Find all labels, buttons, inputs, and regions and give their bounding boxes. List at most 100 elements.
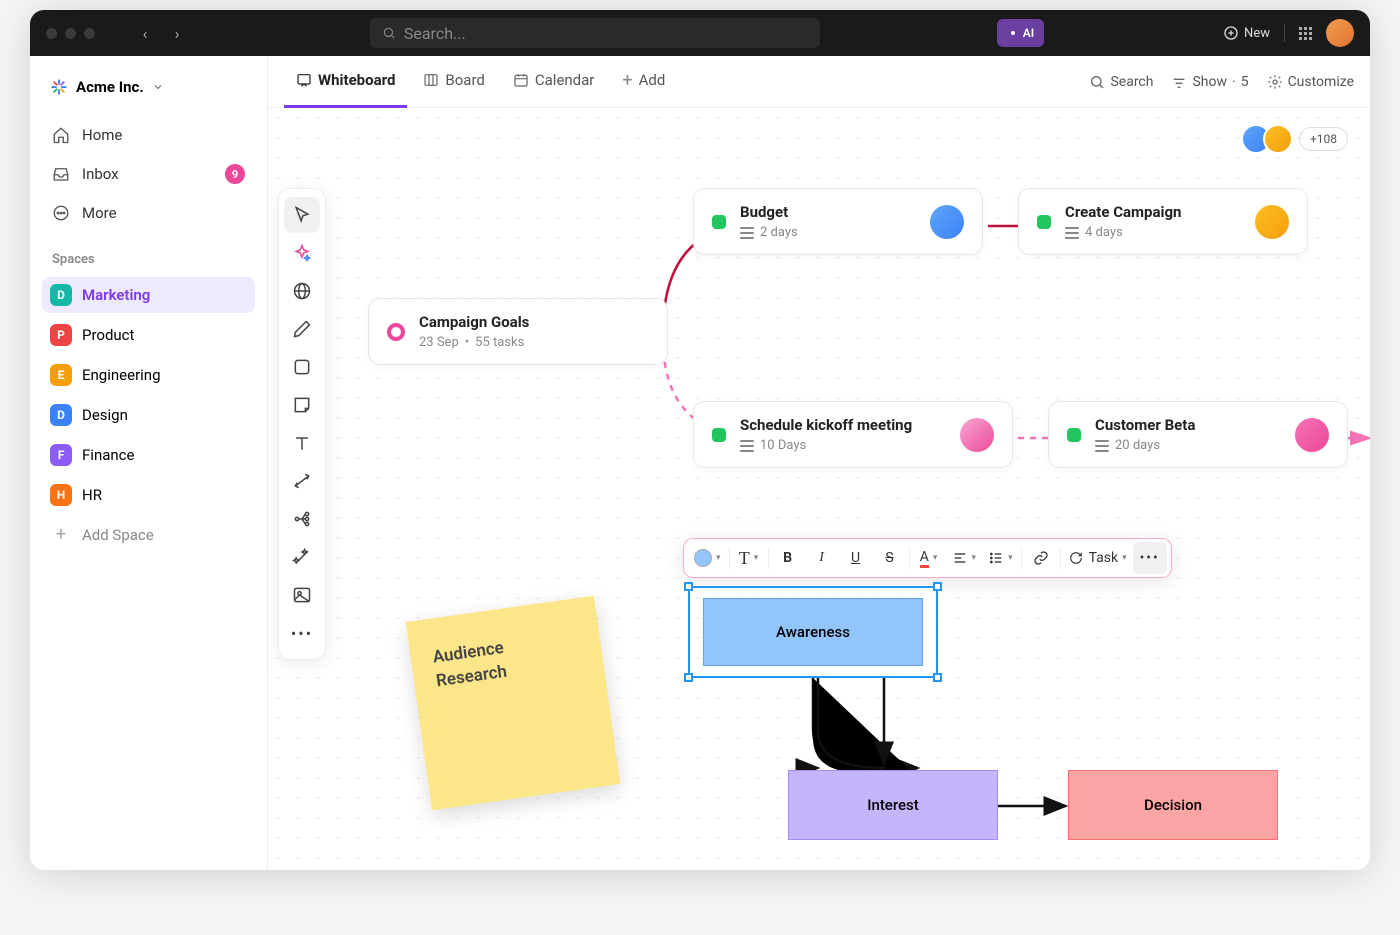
bold-icon: B — [783, 550, 792, 566]
align-icon — [952, 550, 968, 566]
tool-text[interactable] — [284, 425, 320, 461]
tool-connector[interactable] — [284, 463, 320, 499]
view-toolbar: Whiteboard Board Calendar +Add Search Sh… — [268, 56, 1370, 108]
calendar-icon — [513, 72, 529, 88]
sidebar-space-design[interactable]: DDesign — [42, 397, 255, 433]
toolbar-search-button[interactable]: Search — [1089, 74, 1153, 90]
task-card-create-campaign[interactable]: Create Campaign 4 days — [1018, 188, 1308, 255]
sidebar-item-home[interactable]: Home — [42, 118, 255, 152]
search-icon — [1089, 74, 1105, 90]
refresh-icon — [1069, 551, 1083, 565]
nav-back-button[interactable]: ‹ — [131, 19, 159, 47]
sidebar-item-more[interactable]: More — [42, 196, 255, 230]
status-square-icon — [1067, 428, 1081, 442]
tab-board[interactable]: Board — [411, 56, 496, 108]
workspace-logo-icon — [50, 78, 68, 96]
image-icon — [292, 585, 312, 605]
tab-whiteboard[interactable]: Whiteboard — [284, 56, 407, 108]
user-avatar[interactable] — [1326, 19, 1354, 47]
fmt-list[interactable]: ▾ — [982, 542, 1019, 574]
global-search-input[interactable]: Search... — [370, 18, 820, 48]
presence-avatars[interactable]: +108 — [1249, 124, 1348, 154]
presence-more[interactable]: +108 — [1299, 127, 1348, 151]
fmt-text-color[interactable]: A▾ — [912, 542, 946, 574]
dots-icon: ••• — [291, 624, 313, 643]
status-ring-icon — [387, 323, 405, 341]
assignee-avatar[interactable] — [930, 205, 964, 239]
shape-decision[interactable]: Decision — [1068, 770, 1278, 840]
tool-mindmap[interactable] — [284, 501, 320, 537]
fmt-align[interactable]: ▾ — [946, 542, 983, 574]
shape-awareness[interactable]: Awareness — [703, 598, 923, 666]
titlebar: ‹ › Search... AI New — [30, 10, 1370, 56]
task-card-customer-beta[interactable]: Customer Beta 20 days — [1048, 401, 1348, 468]
sticky-note-audience-research[interactable]: Audience Research — [406, 596, 621, 811]
text-icon — [292, 433, 312, 453]
tab-add-view[interactable]: +Add — [610, 56, 677, 108]
task-card-goals[interactable]: Campaign Goals 23 Sep•55 tasks — [368, 298, 668, 365]
resize-handle[interactable] — [684, 582, 693, 591]
fmt-more[interactable]: ••• — [1133, 542, 1167, 574]
workspace-switcher[interactable]: Acme Inc. — [42, 72, 255, 102]
fmt-bold[interactable]: B — [771, 542, 805, 574]
sidebar-space-hr[interactable]: HHR — [42, 477, 255, 513]
dots-icon: ••• — [1140, 550, 1160, 566]
globe-icon — [292, 281, 312, 301]
presence-avatar[interactable] — [1263, 124, 1293, 154]
fmt-fill-color[interactable]: ▾ — [688, 542, 727, 574]
cursor-icon — [292, 205, 312, 225]
mindmap-icon — [292, 509, 312, 529]
filter-icon — [1171, 74, 1187, 90]
fmt-underline[interactable]: U — [839, 542, 873, 574]
assignee-avatar[interactable] — [960, 418, 994, 452]
sidebar-space-product[interactable]: PProduct — [42, 317, 255, 353]
new-button[interactable]: New — [1223, 25, 1270, 41]
sidebar-item-inbox[interactable]: Inbox 9 — [42, 156, 255, 192]
description-icon — [1065, 227, 1079, 239]
assignee-avatar[interactable] — [1255, 205, 1289, 239]
inbox-badge: 9 — [225, 164, 245, 184]
sidebar-space-marketing[interactable]: DMarketing — [42, 277, 255, 313]
tool-web[interactable] — [284, 273, 320, 309]
fmt-convert-task[interactable]: Task▾ — [1063, 542, 1133, 574]
resize-handle[interactable] — [933, 582, 942, 591]
tool-shape[interactable] — [284, 349, 320, 385]
assignee-avatar[interactable] — [1295, 418, 1329, 452]
add-space-button[interactable]: +Add Space — [42, 517, 255, 552]
shape-interest[interactable]: Interest — [788, 770, 998, 840]
task-card-kickoff[interactable]: Schedule kickoff meeting 10 Days — [693, 401, 1013, 468]
underline-icon: U — [851, 550, 860, 566]
toolbar-show-button[interactable]: Show·5 — [1171, 74, 1248, 90]
plus-icon: + — [622, 70, 632, 91]
fmt-link[interactable] — [1024, 542, 1058, 574]
home-icon — [52, 126, 70, 144]
tool-pen[interactable] — [284, 311, 320, 347]
fmt-strikethrough[interactable]: S — [873, 542, 907, 574]
tool-image[interactable] — [284, 577, 320, 613]
sidebar-space-engineering[interactable]: EEngineering — [42, 357, 255, 393]
ai-button[interactable]: AI — [997, 19, 1044, 47]
italic-icon: I — [819, 550, 824, 566]
inbox-icon — [52, 165, 70, 183]
resize-handle[interactable] — [933, 673, 942, 682]
ai-sparkle-icon — [292, 243, 312, 263]
apps-button[interactable] — [1299, 27, 1312, 40]
fmt-italic[interactable]: I — [805, 542, 839, 574]
tool-sticky[interactable] — [284, 387, 320, 423]
resize-handle[interactable] — [684, 673, 693, 682]
tool-magic[interactable] — [284, 539, 320, 575]
tool-ai-generate[interactable] — [284, 235, 320, 271]
search-icon — [382, 26, 396, 40]
tool-select[interactable] — [284, 197, 320, 233]
toolbar-customize-button[interactable]: Customize — [1267, 74, 1354, 90]
description-icon — [740, 227, 754, 239]
window-controls[interactable] — [46, 28, 95, 39]
fmt-font-size[interactable]: T▾ — [732, 542, 766, 574]
sidebar-space-finance[interactable]: FFinance — [42, 437, 255, 473]
board-icon — [423, 72, 439, 88]
nav-forward-button[interactable]: › — [163, 19, 191, 47]
tab-calendar[interactable]: Calendar — [501, 56, 607, 108]
task-card-budget[interactable]: Budget 2 days — [693, 188, 983, 255]
tool-more[interactable]: ••• — [284, 615, 320, 651]
whiteboard-canvas[interactable]: +108 ••• — [268, 108, 1370, 870]
